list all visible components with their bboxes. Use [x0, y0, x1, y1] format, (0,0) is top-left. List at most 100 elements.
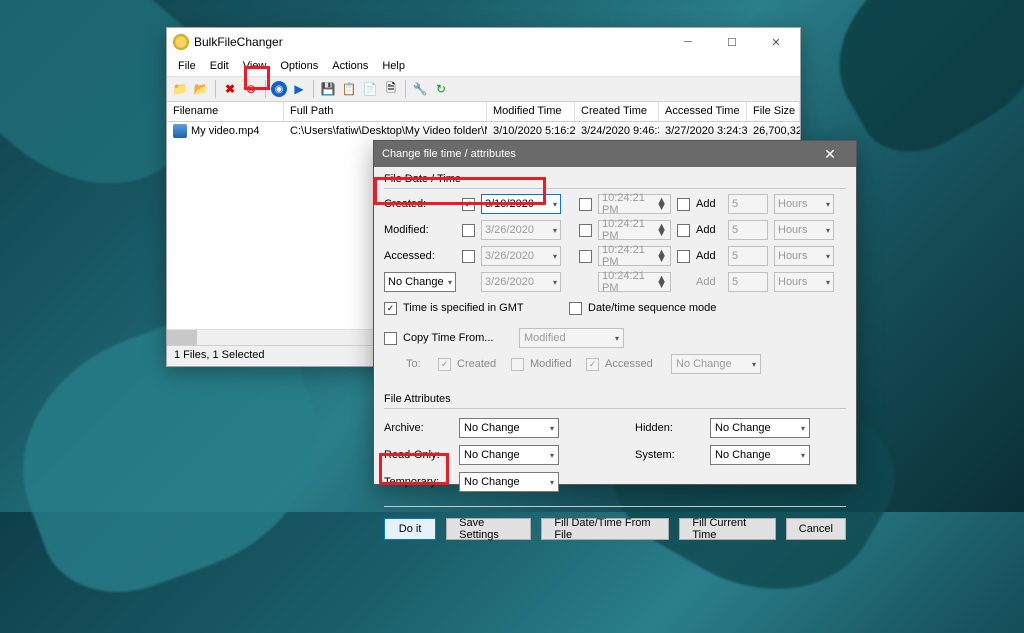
folder-tree-icon[interactable]: 📂 [192, 80, 210, 98]
menubar: File Edit View Options Actions Help [167, 56, 800, 76]
menu-help[interactable]: Help [375, 58, 412, 74]
select-system[interactable]: No Change▾ [710, 445, 810, 465]
input-accessed-addnum[interactable]: 5 [728, 246, 768, 266]
chk-accessed-add[interactable] [677, 250, 690, 263]
dialog-button-row: Do it Save Settings Fill Date/Time From … [374, 511, 856, 540]
col-fullpath[interactable]: Full Path [284, 102, 487, 121]
video-file-icon [173, 124, 187, 138]
remove-icon[interactable]: ✖ [221, 80, 239, 98]
select-temporary[interactable]: No Change▾ [459, 472, 559, 492]
row-modified: Modified: 3/26/2020▾ 10:24:21 PM▲▼ Add 5… [384, 219, 846, 241]
select-hidden[interactable]: No Change▾ [710, 418, 810, 438]
label-to: To: [406, 358, 432, 370]
chk-modified-date[interactable] [462, 224, 475, 237]
dialog-title: Change file time / attributes [382, 148, 516, 160]
select-readonly[interactable]: No Change▾ [459, 445, 559, 465]
input-extra-date[interactable]: 3/26/2020▾ [481, 272, 561, 292]
row-created: Created: 3/10/2020▾ 10:24:21 PM▲▼ Add 5 … [384, 193, 846, 215]
group-file-date: File Date / Time [374, 167, 856, 187]
label-created: Created: [384, 198, 456, 210]
menu-edit[interactable]: Edit [203, 58, 236, 74]
menu-view[interactable]: View [236, 58, 274, 74]
row-copy-from: Copy Time From... Modified▾ [384, 327, 846, 349]
label-to-created: Created [457, 358, 505, 370]
properties-icon[interactable]: 🔧 [411, 80, 429, 98]
col-filesize[interactable]: File Size [747, 102, 800, 121]
save-settings-button[interactable]: Save Settings [446, 518, 531, 540]
execute-icon[interactable]: ▶ [290, 80, 308, 98]
label-to-modified: Modified [530, 358, 580, 370]
input-created-addnum[interactable]: 5 [728, 194, 768, 214]
chk-created-time[interactable] [579, 198, 592, 211]
dialog-close-button[interactable]: ✕ [812, 146, 848, 163]
chk-modified-add[interactable] [677, 224, 690, 237]
select-accessed-unit[interactable]: Hours▾ [774, 246, 834, 266]
cell-fullpath: C:\Users\fatiw\Desktop\My Video folder\M… [284, 125, 487, 137]
col-filename[interactable]: Filename [167, 102, 284, 121]
label-add4: Add [696, 276, 722, 288]
maximize-button[interactable]: ☐ [710, 28, 754, 56]
input-accessed-time[interactable]: 10:24:21 PM▲▼ [598, 246, 671, 266]
menu-file[interactable]: File [171, 58, 203, 74]
cell-created: 3/24/2020 9:46:3... [575, 125, 659, 137]
cell-modified: 3/10/2020 5:16:2... [487, 125, 575, 137]
select-to-nochange[interactable]: No Change▾ [671, 354, 761, 374]
do-it-button[interactable]: Do it [384, 518, 436, 540]
menu-options[interactable]: Options [273, 58, 325, 74]
chk-copy-from[interactable] [384, 332, 397, 345]
chk-modified-time[interactable] [579, 224, 592, 237]
label-to-accessed: Accessed [605, 358, 665, 370]
clear-icon[interactable]: ⊗ [242, 80, 260, 98]
menu-actions[interactable]: Actions [325, 58, 375, 74]
select-extra-unit[interactable]: Hours▾ [774, 272, 834, 292]
save-icon[interactable]: 💾 [319, 80, 337, 98]
input-extra-time[interactable]: 10:24:21 PM▲▼ [598, 272, 671, 292]
row-accessed: Accessed: 3/26/2020▾ 10:24:21 PM▲▼ Add 5… [384, 245, 846, 267]
label-copy-from: Copy Time From... [403, 332, 513, 344]
chk-seq[interactable] [569, 302, 582, 315]
label-gmt: Time is specified in GMT [403, 302, 563, 314]
col-accessed[interactable]: Accessed Time [659, 102, 747, 121]
select-copy-source[interactable]: Modified▾ [519, 328, 624, 348]
label-archive: Archive: [384, 422, 459, 434]
row-copy-to: To: Created Modified Accessed No Change▾ [384, 353, 846, 375]
chk-to-created[interactable] [438, 358, 451, 371]
chk-gmt[interactable] [384, 302, 397, 315]
select-created-unit[interactable]: Hours▾ [774, 194, 834, 214]
label-seq: Date/time sequence mode [588, 302, 716, 314]
input-modified-date[interactable]: 3/26/2020▾ [481, 220, 561, 240]
change-time-icon[interactable]: ◉ [271, 81, 287, 97]
refresh-icon[interactable]: ↻ [432, 80, 450, 98]
toolbar: 📁 📂 ✖ ⊗ ◉ ▶ 💾 📋 📄 🗎 🔧 ↻ [167, 76, 800, 102]
row-nochange: No Change▾ 3/26/2020▾ 10:24:21 PM▲▼ Add … [384, 271, 846, 293]
input-created-time[interactable]: 10:24:21 PM▲▼ [598, 194, 671, 214]
chk-created-add[interactable] [677, 198, 690, 211]
col-modified[interactable]: Modified Time [487, 102, 575, 121]
input-modified-time[interactable]: 10:24:21 PM▲▼ [598, 220, 671, 240]
cancel-button[interactable]: Cancel [786, 518, 846, 540]
select-nochange-main[interactable]: No Change▾ [384, 272, 456, 292]
label-modified: Modified: [384, 224, 456, 236]
input-created-date[interactable]: 3/10/2020▾ [481, 194, 561, 214]
file-row[interactable]: My video.mp4 C:\Users\fatiw\Desktop\My V… [167, 122, 800, 140]
fill-from-file-button[interactable]: Fill Date/Time From File [541, 518, 669, 540]
copy-icon[interactable]: 📋 [340, 80, 358, 98]
chk-created-date[interactable] [462, 198, 475, 211]
html-icon[interactable]: 🗎 [382, 80, 400, 98]
col-created[interactable]: Created Time [575, 102, 659, 121]
chk-accessed-time[interactable] [579, 250, 592, 263]
folder-add-icon[interactable]: 📁 [171, 80, 189, 98]
chk-to-modified[interactable] [511, 358, 524, 371]
select-archive[interactable]: No Change▾ [459, 418, 559, 438]
group-file-attr: File Attributes [374, 387, 856, 407]
select-modified-unit[interactable]: Hours▾ [774, 220, 834, 240]
fill-current-time-button[interactable]: Fill Current Time [679, 518, 775, 540]
copy2-icon[interactable]: 📄 [361, 80, 379, 98]
input-modified-addnum[interactable]: 5 [728, 220, 768, 240]
input-extra-addnum[interactable]: 5 [728, 272, 768, 292]
chk-accessed-date[interactable] [462, 250, 475, 263]
minimize-button[interactable]: ─ [666, 28, 710, 56]
chk-to-accessed[interactable] [586, 358, 599, 371]
close-button[interactable]: ✕ [754, 28, 798, 56]
input-accessed-date[interactable]: 3/26/2020▾ [481, 246, 561, 266]
